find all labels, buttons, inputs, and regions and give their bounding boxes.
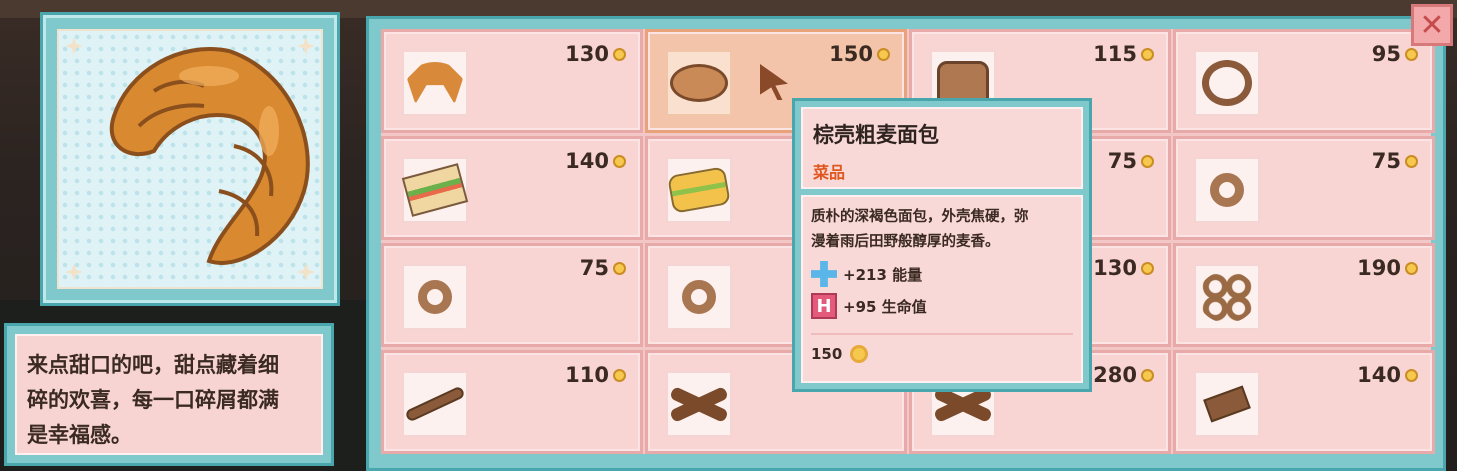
shop-item-slot[interactable]: 130 xyxy=(381,29,643,133)
description-line: 是幸福感。 xyxy=(27,423,132,447)
price-value: 75 xyxy=(1107,149,1137,173)
price-value: 75 xyxy=(1371,149,1401,173)
price-value: 115 xyxy=(1093,42,1137,66)
item-price: 110 xyxy=(565,363,626,387)
item-icon-box xyxy=(402,371,468,437)
item-price: 130 xyxy=(1093,256,1154,280)
tooltip-title: 棕壳粗麦面包 xyxy=(813,123,939,147)
plus-icon xyxy=(811,261,837,287)
item-portrait-frame xyxy=(40,12,340,306)
coin-icon xyxy=(1141,154,1154,168)
item-price: 140 xyxy=(1357,363,1418,387)
item-price: 190 xyxy=(1357,256,1418,280)
item-price: 280 xyxy=(1093,363,1154,387)
coin-icon xyxy=(1405,261,1418,275)
croissant-portrait-icon xyxy=(109,47,310,265)
coin-icon xyxy=(1141,47,1154,61)
close-button[interactable]: ✕ xyxy=(1411,4,1453,46)
coin-icon xyxy=(850,345,869,363)
description-text: 来点甜口的吧，甜点藏着细 碎的欢喜，每一口碎屑都满 是幸福感。 xyxy=(15,334,323,455)
item-price: 115 xyxy=(1093,42,1154,66)
shop-item-slot[interactable]: 140 xyxy=(381,136,643,240)
tooltip-desc-line: 质朴的深褐色面包，外壳焦硬，弥 xyxy=(811,209,1029,225)
price-value: 150 xyxy=(829,42,873,66)
croissant-icon xyxy=(407,62,463,104)
shop-item-slot[interactable]: 190 xyxy=(1173,243,1435,347)
pointer-cursor-icon xyxy=(760,64,788,100)
item-icon-box xyxy=(401,157,469,223)
description-line: 碎的欢喜，每一口碎屑都满 xyxy=(27,388,279,412)
pretzel-icon xyxy=(1202,60,1252,106)
description-line: 来点甜口的吧，甜点藏着细 xyxy=(27,353,279,377)
tooltip-desc-line: 漫着雨后田野般醇厚的麦香。 xyxy=(811,234,1000,250)
donut-icon xyxy=(418,280,452,314)
item-icon-box xyxy=(1194,264,1260,330)
price-value: 75 xyxy=(579,256,609,280)
donut-icon xyxy=(1210,173,1244,207)
donuts-icon xyxy=(1198,271,1256,323)
item-icon-box xyxy=(1194,371,1260,437)
tooltip-price: 150 xyxy=(811,333,1073,363)
stat-energy: +213 能量 xyxy=(811,261,1073,287)
coin-icon xyxy=(1405,368,1418,382)
item-price: 130 xyxy=(565,42,626,66)
breadstick-icon xyxy=(404,385,466,423)
item-icon-box xyxy=(402,264,468,330)
price-value: 130 xyxy=(565,42,609,66)
item-icon-box xyxy=(666,371,732,437)
item-icon-box xyxy=(666,157,732,223)
coin-icon xyxy=(1405,47,1418,61)
item-icon-box xyxy=(1194,50,1260,116)
price-value: 190 xyxy=(1357,256,1401,280)
health-icon xyxy=(811,293,837,319)
price-value: 130 xyxy=(1093,256,1137,280)
shop-item-slot[interactable]: 95 xyxy=(1173,29,1435,133)
sandwich-icon xyxy=(667,166,731,214)
item-icon-box xyxy=(666,264,732,330)
item-price: 75 xyxy=(1372,149,1418,173)
coin-icon xyxy=(613,47,626,61)
breadsticks-icon xyxy=(669,384,729,424)
description-panel: 来点甜口的吧，甜点藏着细 碎的欢喜，每一口碎屑都满 是幸福感。 xyxy=(4,323,334,466)
item-portrait xyxy=(57,29,323,289)
shop-item-slot[interactable]: 75 xyxy=(1173,136,1435,240)
price-value: 140 xyxy=(1357,363,1401,387)
shop-item-slot[interactable]: 140 xyxy=(1173,350,1435,454)
tooltip-body: 质朴的深褐色面包，外壳焦硬，弥 漫着雨后田野般醇厚的麦香。 +213 能量 +9… xyxy=(801,195,1083,383)
stat-health-text: +95 生命值 xyxy=(843,297,927,316)
bread-icon xyxy=(670,64,728,102)
stat-health: +95 生命值 xyxy=(811,293,1073,319)
coin-icon xyxy=(1405,154,1418,168)
coin-icon xyxy=(1141,368,1154,382)
tooltip-description: 质朴的深褐色面包，外壳焦硬，弥 漫着雨后田野般醇厚的麦香。 xyxy=(811,205,1073,255)
bar-icon xyxy=(1203,385,1251,423)
item-price: 150 xyxy=(829,42,890,66)
coin-icon xyxy=(877,47,890,61)
item-icon-box xyxy=(1194,157,1260,223)
price-value: 110 xyxy=(565,363,609,387)
sandwich-icon xyxy=(401,163,469,217)
coin-icon xyxy=(613,368,626,382)
item-tooltip: 棕壳粗麦面包 菜品 质朴的深褐色面包，外壳焦硬，弥 漫着雨后田野般醇厚的麦香。 … xyxy=(792,98,1092,392)
coin-icon xyxy=(1141,261,1154,275)
coin-icon xyxy=(613,154,626,168)
shop-item-slot[interactable]: 110 xyxy=(381,350,643,454)
tooltip-header: 棕壳粗麦面包 菜品 xyxy=(801,107,1083,189)
item-price: 75 xyxy=(580,256,626,280)
price-value: 95 xyxy=(1371,42,1401,66)
item-icon-box xyxy=(402,50,468,116)
tooltip-price-value: 150 xyxy=(811,345,843,363)
price-value: 280 xyxy=(1093,363,1137,387)
stat-energy-text: +213 能量 xyxy=(843,265,923,284)
coin-icon xyxy=(613,261,626,275)
donut-icon xyxy=(682,280,716,314)
price-value: 140 xyxy=(565,149,609,173)
tooltip-category: 菜品 xyxy=(813,163,846,182)
item-icon-box xyxy=(666,50,732,116)
item-price: 75 xyxy=(1108,149,1154,173)
shop-item-slot[interactable]: 75 xyxy=(381,243,643,347)
item-price: 140 xyxy=(565,149,626,173)
close-icon: ✕ xyxy=(1419,7,1445,43)
